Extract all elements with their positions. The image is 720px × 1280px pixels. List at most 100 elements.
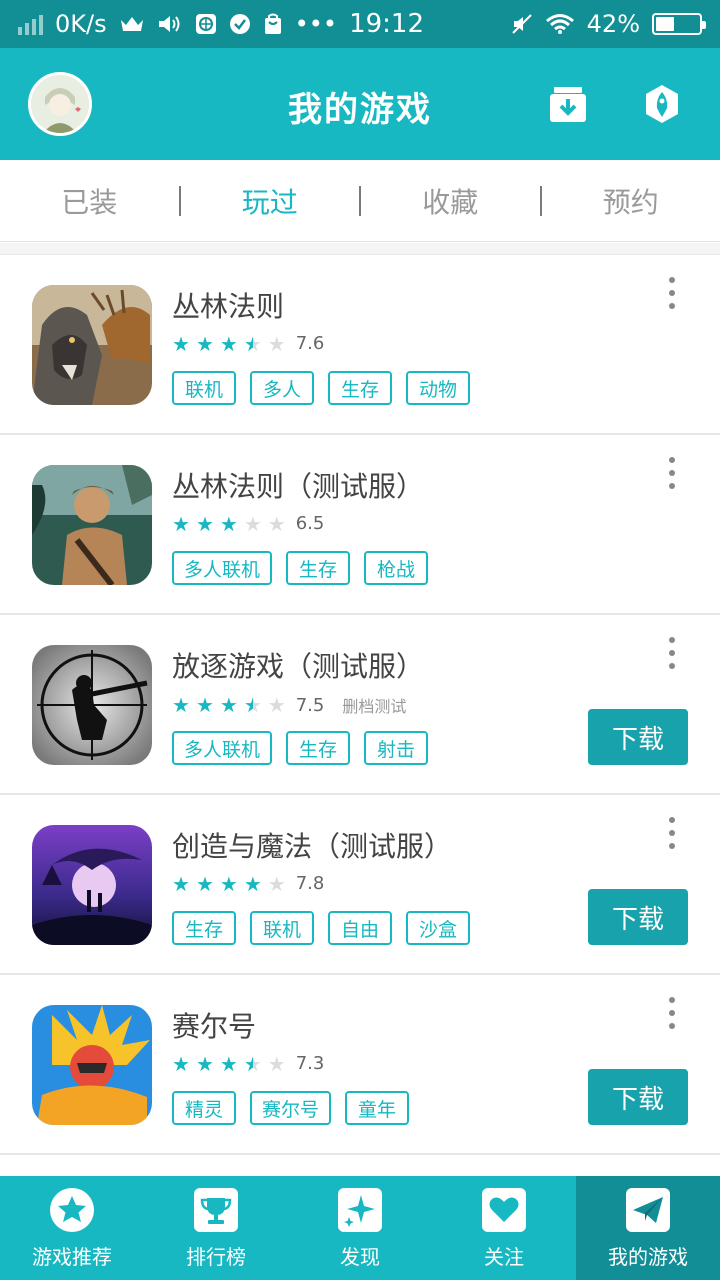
game-tags: 生存 联机 自由 沙盒: [172, 911, 470, 945]
star-icon: ★: [243, 511, 262, 536]
game-rating: ★ ★ ★ ★ ★ 7.6: [172, 333, 324, 354]
game-tag[interactable]: 生存: [286, 731, 351, 765]
more-options-button[interactable]: [664, 817, 680, 849]
more-options-button[interactable]: [664, 277, 680, 309]
game-tag[interactable]: 射击: [364, 731, 429, 765]
star-icon: ★: [172, 871, 190, 896]
game-tag[interactable]: 联机: [172, 371, 236, 405]
download-button[interactable]: 下载: [588, 1069, 688, 1125]
star-icon: ★: [267, 511, 286, 536]
more-options-button[interactable]: [664, 637, 680, 669]
nav-label: 游戏推荐: [32, 1244, 112, 1269]
star-icon: ★: [267, 1051, 286, 1076]
game-list: 丛林法则 ★ ★ ★ ★ ★ 7.6 联机 多人 生存 动物 丛林法则（测试服）…: [0, 255, 720, 1155]
tab-favorites[interactable]: 收藏: [361, 181, 540, 221]
net-speed: 0K/s: [55, 10, 107, 38]
download-box-icon: [550, 87, 586, 122]
status-bar: 0K/s ••• 19:12 42%: [0, 0, 720, 48]
speedup-button[interactable]: [642, 84, 682, 124]
tab-reservations[interactable]: 预约: [542, 181, 720, 221]
game-tag[interactable]: 多人: [250, 371, 314, 405]
battery-icon: [652, 13, 706, 35]
game-tag[interactable]: 生存: [328, 371, 392, 405]
game-icon-sniper[interactable]: [32, 645, 152, 765]
nav-label: 排行榜: [186, 1244, 246, 1269]
check-circle-icon: [229, 13, 251, 35]
game-icon-wolf[interactable]: [32, 285, 152, 405]
star-icon: ★: [219, 1051, 238, 1076]
battery-percent: 42%: [586, 10, 640, 38]
star-icon: ★: [219, 693, 238, 717]
nav-my-games[interactable]: 我的游戏: [576, 1176, 720, 1280]
nav-game-recommend[interactable]: 游戏推荐: [0, 1176, 144, 1280]
game-list-item[interactable]: 丛林法则 ★ ★ ★ ★ ★ 7.6 联机 多人 生存 动物: [0, 255, 720, 435]
globe-icon: [195, 13, 217, 35]
game-tag[interactable]: 沙盒: [406, 911, 470, 945]
game-list-item[interactable]: 放逐游戏（测试服） ★ ★ ★ ★ ★ 7.5 删档测试 多人联机 生存 射击 下载: [0, 615, 720, 795]
game-list-item[interactable]: 赛尔号 ★ ★ ★ ★ ★ 7.3 精灵 赛尔号 童年 下载: [0, 975, 720, 1155]
star-icon: ★: [195, 511, 214, 536]
game-tag[interactable]: 多人联机: [172, 731, 273, 765]
star-icon: ★: [172, 1051, 190, 1076]
game-tag[interactable]: 童年: [345, 1091, 410, 1125]
signal-icon: [18, 13, 43, 35]
nav-label: 我的游戏: [608, 1244, 688, 1269]
rocket-icon: [646, 85, 678, 123]
star-icon: ★: [267, 871, 286, 896]
nav-discover[interactable]: 发现: [288, 1176, 432, 1280]
game-icon-magic[interactable]: [32, 825, 152, 945]
game-tag[interactable]: 生存: [172, 911, 236, 945]
star-rating: ★ ★ ★ ★ ★: [172, 695, 286, 715]
star-icon: ★: [219, 511, 238, 536]
game-icon-seer[interactable]: [32, 1005, 152, 1125]
nav-follow[interactable]: 关注: [432, 1176, 576, 1280]
game-tag[interactable]: 联机: [250, 911, 314, 945]
download-manager-button[interactable]: [548, 84, 588, 124]
star-icon: ★: [195, 693, 214, 717]
more-status-dots: •••: [294, 10, 338, 38]
game-rating: ★ ★ ★ ★ ★ 6.5: [172, 513, 324, 534]
star-icon: ★: [243, 331, 262, 356]
bottom-navigation: 游戏推荐 排行榜 发现 关注 我的游戏: [0, 1176, 720, 1280]
game-tags: 精灵 赛尔号 童年: [172, 1091, 410, 1125]
star-rating: ★ ★ ★ ★ ★: [172, 1054, 286, 1074]
star-rating: ★ ★ ★ ★ ★: [172, 334, 286, 354]
crown-icon: [119, 14, 145, 34]
tab-installed[interactable]: 已装: [0, 181, 179, 221]
tab-played[interactable]: 玩过: [181, 181, 360, 221]
nav-label: 关注: [484, 1244, 524, 1269]
download-button[interactable]: 下载: [588, 889, 688, 945]
volume-icon: [157, 13, 183, 35]
category-tabs: 已装 玩过 收藏 预约: [0, 160, 720, 242]
star-icon: ★: [172, 693, 190, 717]
game-tag[interactable]: 枪战: [364, 551, 429, 585]
game-tag[interactable]: 赛尔号: [250, 1091, 332, 1125]
game-list-item[interactable]: 丛林法则（测试服） ★ ★ ★ ★ ★ 6.5 多人联机 生存 枪战: [0, 435, 720, 615]
more-options-button[interactable]: [664, 457, 680, 489]
game-tag[interactable]: 多人联机: [172, 551, 273, 585]
nav-ranking[interactable]: 排行榜: [144, 1176, 288, 1280]
game-tag[interactable]: 动物: [406, 371, 470, 405]
game-tag[interactable]: 精灵: [172, 1091, 236, 1125]
game-tags: 多人联机 生存 枪战: [172, 551, 429, 585]
game-name: 赛尔号: [172, 1010, 257, 1043]
star-icon: ★: [172, 331, 190, 356]
game-tags: 多人联机 生存 射击: [172, 731, 429, 765]
star-icon: [49, 1187, 95, 1233]
star-icon: ★: [243, 693, 262, 717]
rating-score: 7.3: [295, 1053, 325, 1074]
game-tag[interactable]: 生存: [286, 551, 351, 585]
game-list-item[interactable]: 创造与魔法（测试服） ★ ★ ★ ★ ★ 7.8 生存 联机 自由 沙盒 下载: [0, 795, 720, 975]
game-name: 丛林法则: [172, 290, 285, 323]
bag-icon: [263, 13, 283, 35]
game-rating: ★ ★ ★ ★ ★ 7.5 删档测试: [172, 693, 406, 717]
trophy-icon: [193, 1187, 239, 1233]
game-icon-soldier[interactable]: [32, 465, 152, 585]
more-options-button[interactable]: [664, 997, 680, 1029]
game-rating: ★ ★ ★ ★ ★ 7.3: [172, 1053, 324, 1074]
star-icon: ★: [195, 871, 214, 896]
game-name: 放逐游戏（测试服）: [172, 650, 425, 683]
download-button[interactable]: 下载: [588, 709, 688, 765]
game-tag[interactable]: 自由: [328, 911, 392, 945]
test-status-note: 删档测试: [342, 697, 407, 716]
